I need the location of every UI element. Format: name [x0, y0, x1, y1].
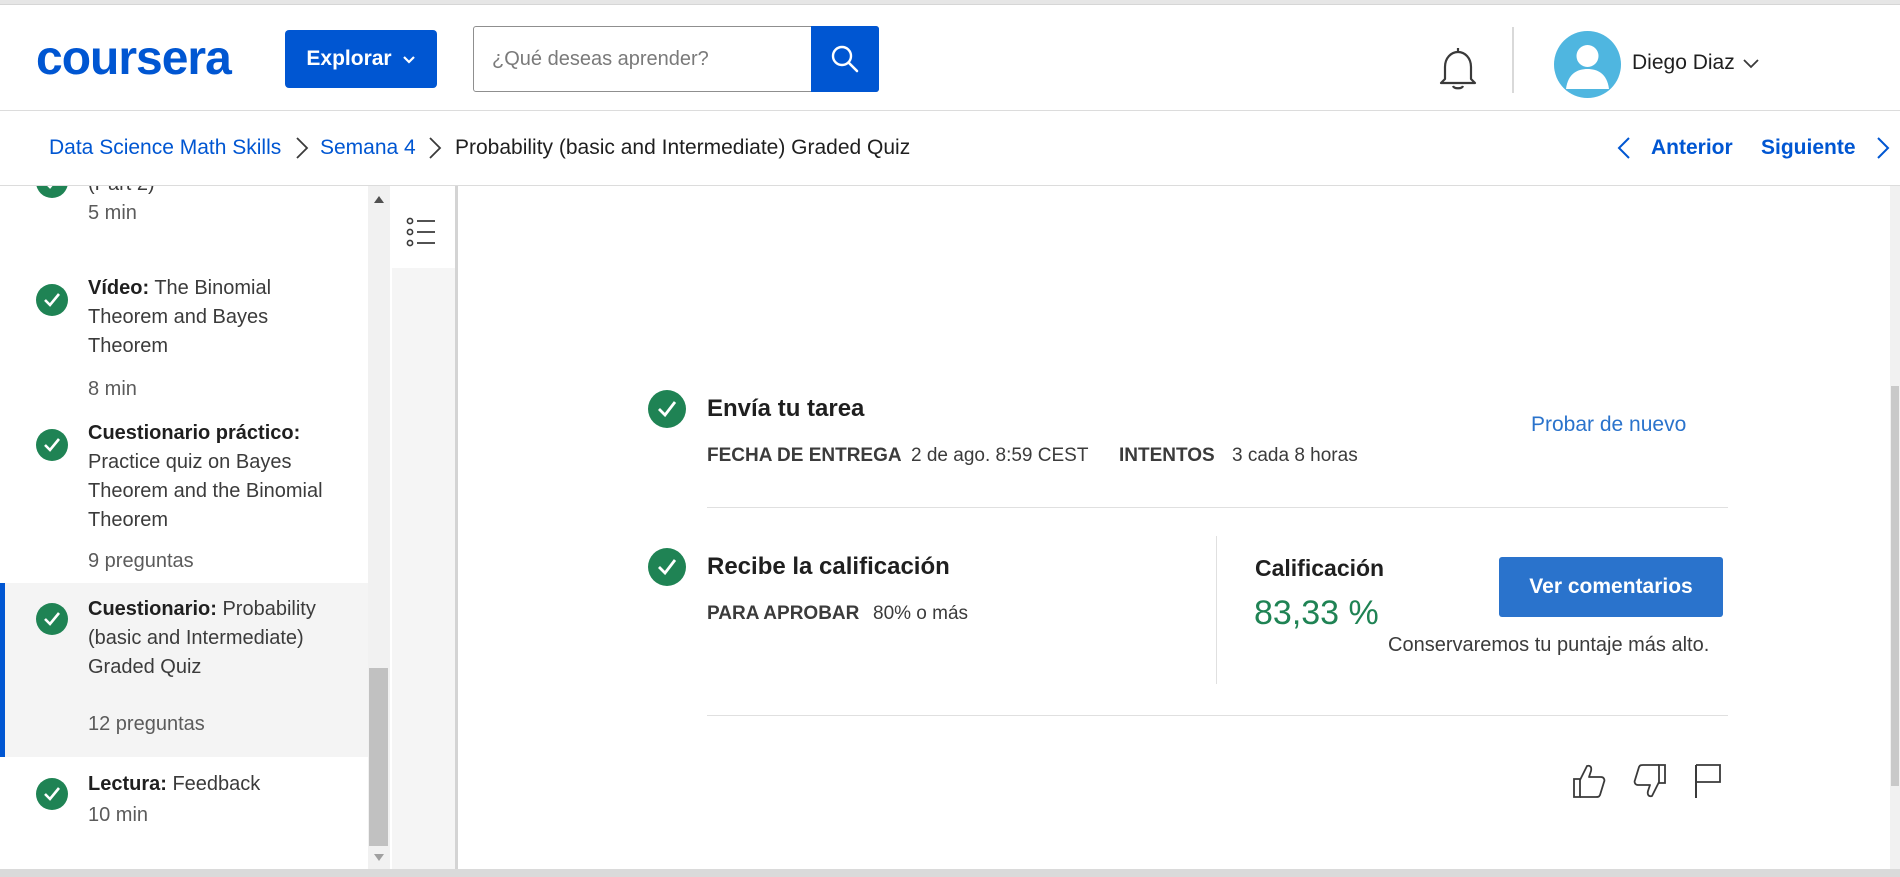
- grade-divider: [1216, 536, 1217, 684]
- chevron-right-icon: [428, 136, 442, 165]
- breadcrumb-current: Probability (basic and Intermediate) Gra…: [455, 136, 911, 159]
- search-box: [473, 26, 879, 92]
- due-label: FECHA DE ENTREGA: [707, 445, 902, 466]
- sidebar-item-type: Vídeo:: [88, 277, 150, 299]
- section-divider: [707, 507, 1728, 508]
- flag-icon: [1695, 764, 1721, 798]
- toc-panel: [392, 186, 458, 871]
- breadcrumb-course[interactable]: Data Science Math Skills: [49, 136, 281, 160]
- check-icon: [36, 284, 68, 316]
- chevron-down-icon: [402, 52, 416, 68]
- chevron-left-icon[interactable]: [1617, 136, 1631, 165]
- header-divider: [1512, 27, 1514, 93]
- chevron-right-icon: [295, 136, 309, 165]
- sidebar-item-meta: 9 preguntas: [88, 550, 194, 572]
- user-name[interactable]: Diego Diaz: [1632, 51, 1735, 75]
- grade-value: 83,33 %: [1254, 594, 1379, 632]
- pass-value: 80% o más: [873, 603, 969, 624]
- sidebar-item-practice-quiz[interactable]: Cuestionario práctico: Practice quiz on …: [0, 419, 368, 589]
- explore-label: Explorar: [306, 47, 392, 70]
- sidebar-item-label: Feedback: [166, 773, 261, 795]
- sidebar-item-meta: 12 preguntas: [88, 713, 205, 735]
- sidebar-item-title: Lectura: Feedback: [88, 770, 338, 799]
- sidebar-item-title: Cuestionario práctico: Practice quiz on …: [88, 419, 338, 535]
- check-icon: [36, 778, 68, 810]
- scroll-down-icon[interactable]: [374, 854, 384, 861]
- chevron-down-icon[interactable]: [1742, 57, 1760, 75]
- attempts-label: INTENTOS: [1119, 445, 1215, 466]
- sidebar-item-meta: 8 min: [88, 378, 137, 400]
- report-button[interactable]: [1693, 762, 1723, 805]
- view-feedback-button[interactable]: Ver comentarios: [1499, 557, 1723, 617]
- coursera-logo[interactable]: coursera: [36, 31, 232, 86]
- grade-label: Calificación: [1255, 555, 1385, 581]
- avatar-icon: [1566, 45, 1609, 89]
- search-icon: [831, 45, 859, 73]
- due-value: 2 de ago. 8:59 CEST: [911, 445, 1089, 466]
- sidebar-item-type: Lectura:: [88, 773, 167, 795]
- sidebar-item-label: Practice quiz on Bayes Theorem and the B…: [88, 451, 323, 531]
- page-scrollbar[interactable]: [1890, 186, 1900, 871]
- sidebar-item-video[interactable]: Vídeo: The Binomial Theorem and Bayes Th…: [0, 274, 368, 419]
- sidebar-item-label: (Part 2): [88, 186, 155, 195]
- submit-step-title: Envía tu tarea: [707, 395, 865, 422]
- toc-toggle-button[interactable]: [392, 186, 455, 268]
- avatar[interactable]: [1554, 31, 1621, 98]
- top-header: coursera Explorar Diego Diaz: [0, 5, 1900, 111]
- check-icon: [36, 603, 68, 635]
- sidebar-item-title: Cuestionario: Probability (basic and Int…: [88, 595, 338, 682]
- sidebar-item-meta: 10 min: [88, 804, 149, 826]
- scroll-up-icon[interactable]: [374, 196, 384, 203]
- next-button[interactable]: Siguiente: [1761, 136, 1856, 160]
- thumbs-up-icon: [1573, 764, 1606, 798]
- sidebar-item[interactable]: (Part 2) 5 min: [0, 186, 368, 256]
- sidebar-item-graded-quiz[interactable]: Cuestionario: Probability (basic and Int…: [0, 583, 368, 757]
- list-icon: [406, 217, 435, 247]
- check-icon: [36, 186, 68, 198]
- like-button[interactable]: [1571, 762, 1607, 805]
- search-button[interactable]: [811, 26, 879, 92]
- breadcrumb-week[interactable]: Semana 4: [320, 136, 416, 160]
- section-divider: [707, 715, 1728, 716]
- sidebar-item-title: Vídeo: The Binomial Theorem and Bayes Th…: [88, 274, 338, 361]
- notifications-button[interactable]: [1436, 45, 1480, 91]
- thumbs-down-icon: [1633, 764, 1666, 798]
- dislike-button[interactable]: [1632, 762, 1668, 805]
- previous-button[interactable]: Anterior: [1651, 136, 1733, 160]
- sidebar-scrollbar[interactable]: [368, 186, 390, 871]
- search-input[interactable]: [490, 27, 800, 91]
- explore-button[interactable]: Explorar: [285, 30, 437, 88]
- scrollbar-thumb[interactable]: [369, 668, 388, 846]
- scrollbar-thumb[interactable]: [1891, 386, 1899, 786]
- sidebar-item-title: (Part 2): [88, 186, 338, 199]
- chevron-right-icon[interactable]: [1876, 136, 1890, 165]
- pass-label: PARA APROBAR: [707, 603, 860, 624]
- retry-link[interactable]: Probar de nuevo: [1531, 413, 1686, 437]
- sidebar-item-meta: 5 min: [88, 202, 137, 224]
- bell-icon: [1439, 48, 1477, 90]
- attempts-value: 3 cada 8 horas: [1232, 445, 1358, 466]
- keep-highest-note: Conservaremos tu puntaje más alto.: [1388, 634, 1710, 656]
- sidebar-item-type: Cuestionario:: [88, 598, 217, 620]
- breadcrumb: Data Science Math Skills Semana 4 Probab…: [0, 112, 1900, 186]
- sidebar-item-type: Cuestionario práctico:: [88, 422, 301, 444]
- sidebar-item-reading[interactable]: Lectura: Feedback 10 min: [0, 760, 368, 860]
- grade-step-title: Recibe la calificación: [707, 553, 950, 580]
- course-sidebar: (Part 2) 5 min Vídeo: The Binomial Theor…: [0, 186, 368, 871]
- check-icon: [648, 548, 686, 586]
- taskbar-edge: [0, 869, 1900, 877]
- check-icon: [36, 429, 68, 461]
- check-icon: [648, 390, 686, 428]
